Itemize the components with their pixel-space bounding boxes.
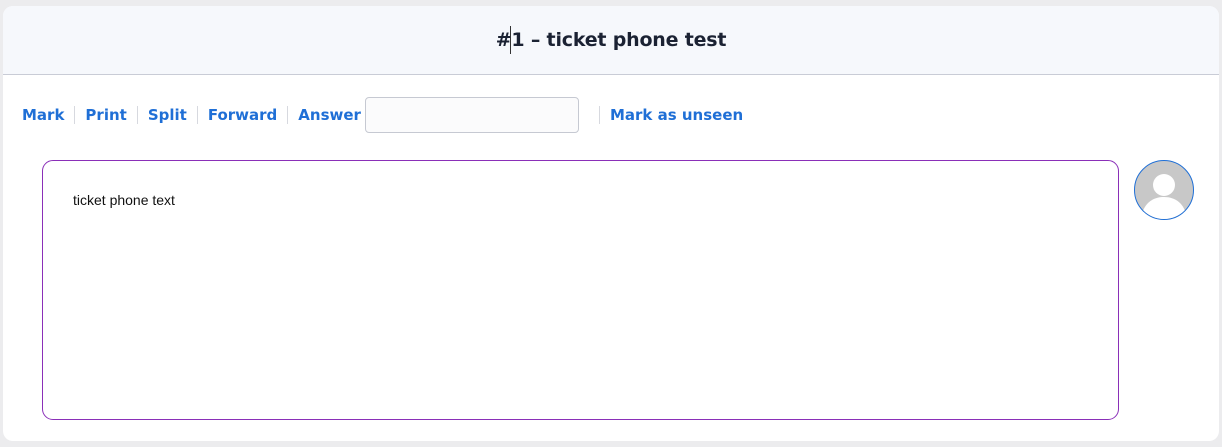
ticket-card: #1 – ticket phone test Mark Print Split … xyxy=(3,6,1219,441)
message-text: ticket phone text xyxy=(73,192,175,208)
mark-as-unseen-button[interactable]: Mark as unseen xyxy=(610,106,743,124)
text-cursor xyxy=(510,26,511,54)
ticket-toolbar: Mark Print Split Forward Answer Mark as … xyxy=(22,94,743,136)
toolbar-divider xyxy=(598,106,600,124)
ticket-header: #1 – ticket phone test xyxy=(3,6,1219,75)
answer-template-input[interactable] xyxy=(364,97,579,133)
user-avatar-icon[interactable] xyxy=(1134,160,1194,220)
mark-button[interactable]: Mark xyxy=(22,106,64,124)
message-body-box: ticket phone text xyxy=(42,160,1119,420)
split-button[interactable]: Split xyxy=(148,106,187,124)
toolbar-divider xyxy=(287,106,289,124)
forward-button[interactable]: Forward xyxy=(208,106,277,124)
ticket-title[interactable]: #1 – ticket phone test xyxy=(496,29,727,51)
toolbar-divider xyxy=(196,106,198,124)
toolbar-divider xyxy=(74,106,76,124)
answer-button[interactable]: Answer xyxy=(298,106,361,124)
toolbar-divider xyxy=(136,106,138,124)
user-silhouette-icon xyxy=(1141,174,1187,219)
print-button[interactable]: Print xyxy=(85,106,126,124)
